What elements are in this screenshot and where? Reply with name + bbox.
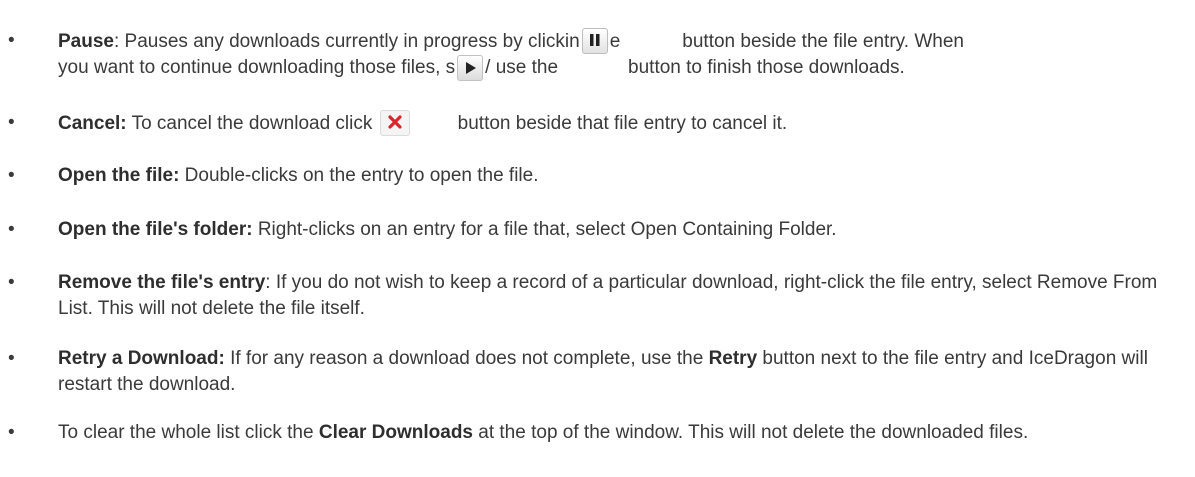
item-description: e [609,31,621,52]
bullet: • [8,30,15,51]
item-description: button beside the file entry. When [682,31,964,52]
close-icon [379,110,410,136]
item-term: Retry a Download: [58,348,225,369]
item-term: Cancel: [58,113,127,134]
bullet: • [8,348,15,369]
bullet: • [8,219,15,240]
item-term: Remove the file's entry [58,272,266,293]
bullet: • [8,272,15,293]
item-description: To cancel the download click [126,113,373,134]
item-description: To clear the whole list click the [58,422,319,443]
play-icon [457,55,484,81]
item-description: button to finish those downloads. [628,57,905,78]
item-description: you want to continue downloading those f… [58,57,456,78]
item-description: button beside that file entry to cancel … [457,113,788,134]
bullet: • [8,165,15,186]
item-description: Right-clicks on an entry for a file that… [252,219,837,240]
item-text: Retry a Download: If for any reason a do… [58,346,1187,398]
item-description: Double-clicks on the entry to open the f… [179,165,539,186]
item-term: Open the file's folder: [58,219,253,240]
bullet: • [8,112,15,133]
item-term: Clear Downloads [318,422,473,443]
bullet: • [8,422,15,443]
item-description: / use the [485,57,559,78]
item-term: Pause [58,31,114,52]
item-text: Pause: Pauses any downloads currently in… [58,28,1187,81]
item-text: Open the file: Double-clicks on the entr… [58,163,1187,189]
item-text: Remove the file's entry: If you do not w… [58,270,1187,322]
item-text: To clear the whole list click the Clear … [58,420,1187,446]
retry-term: Retry [708,348,758,369]
item-description: : Pauses any downloads currently in prog… [113,31,580,52]
item-description: at the top of the window. This will not … [473,422,1029,443]
item-term: Open the file: [58,165,180,186]
item-text: Cancel: To cancel the download click but… [58,110,1187,137]
item-description: If for any reason a download does not co… [224,348,709,369]
pause-icon [581,28,608,54]
item-text: Open the file's folder: Right-clicks on … [58,217,1187,243]
